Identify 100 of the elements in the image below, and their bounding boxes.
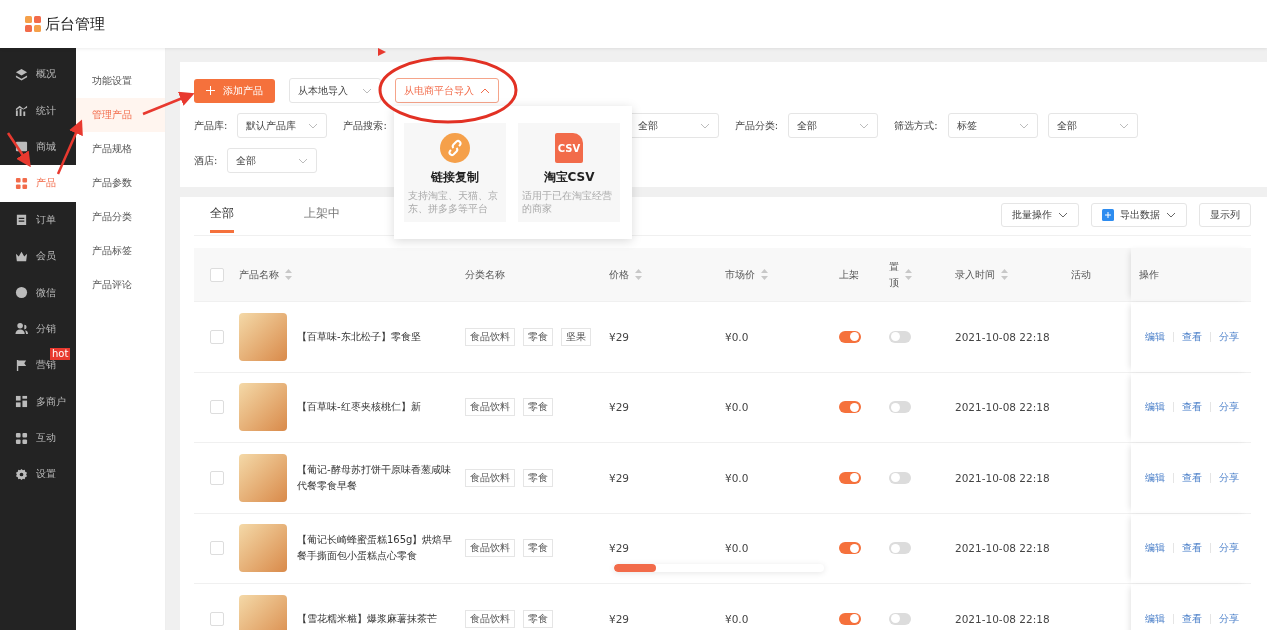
tab[interactable]: 上架中 bbox=[304, 205, 340, 233]
action-link[interactable]: 编辑 bbox=[1145, 400, 1165, 415]
gear-icon bbox=[15, 468, 28, 481]
pin-toggle[interactable] bbox=[889, 401, 911, 414]
shelf-toggle[interactable] bbox=[839, 471, 861, 484]
sidebar-item[interactable]: 概况 bbox=[0, 56, 76, 93]
sidebar-item[interactable]: 多商户 bbox=[0, 383, 76, 420]
shelf-toggle[interactable] bbox=[839, 401, 861, 414]
filter-label: 酒店: bbox=[194, 153, 218, 168]
submenu-item[interactable]: 产品分类 bbox=[76, 200, 165, 234]
category-tag: 食品饮料 bbox=[465, 539, 515, 558]
shelf-toggle[interactable] bbox=[839, 542, 861, 555]
batch-dropdown[interactable]: 批量操作 bbox=[1001, 203, 1079, 227]
import-option[interactable]: 链接复制 支持淘宝、天猫、京东、拼多多等平台 bbox=[404, 123, 506, 222]
sidebar-item[interactable]: 商城 bbox=[0, 128, 76, 166]
sidebar-item[interactable]: 会员 bbox=[0, 237, 76, 275]
action-link[interactable]: 分享 bbox=[1219, 611, 1239, 626]
sidebar-item[interactable]: 订单 bbox=[0, 201, 76, 238]
action-link[interactable]: 查看 bbox=[1182, 470, 1202, 485]
action-link[interactable]: 查看 bbox=[1182, 400, 1202, 415]
import-option[interactable]: CSV 淘宝CSV 适用于已在淘宝经营的商家 bbox=[518, 123, 620, 222]
action-link[interactable]: 查看 bbox=[1182, 541, 1202, 556]
row-checkbox[interactable] bbox=[210, 329, 224, 344]
action-link[interactable]: 分享 bbox=[1219, 470, 1239, 485]
sidebar-item[interactable]: hot 营销 bbox=[0, 347, 76, 384]
filter-select[interactable]: 默认产品库 bbox=[237, 113, 328, 138]
filter-select[interactable]: 全部 bbox=[227, 148, 318, 173]
action-link[interactable]: 编辑 bbox=[1145, 329, 1165, 344]
action-link[interactable]: 编辑 bbox=[1145, 541, 1165, 556]
select-all-checkbox[interactable] bbox=[210, 267, 224, 282]
logo-icon bbox=[25, 16, 41, 32]
action-link[interactable]: 分享 bbox=[1219, 400, 1239, 415]
columns-button[interactable]: 显示列 bbox=[1199, 203, 1251, 227]
sort-icon[interactable] bbox=[285, 269, 292, 280]
sort-icon[interactable] bbox=[1001, 269, 1008, 280]
column-header[interactable]: 置顶 bbox=[889, 258, 912, 291]
submenu-item[interactable]: 产品标签 bbox=[76, 234, 165, 268]
sort-icon[interactable] bbox=[635, 269, 642, 280]
action-link[interactable]: 编辑 bbox=[1145, 611, 1165, 626]
sidebar-item[interactable]: 分销 bbox=[0, 310, 76, 348]
pin-toggle[interactable] bbox=[889, 542, 911, 555]
row-checkbox[interactable] bbox=[210, 611, 224, 626]
import-dropdown[interactable]: 从本地导入 bbox=[289, 78, 381, 103]
shelf-toggle[interactable] bbox=[839, 330, 861, 343]
product-name: 【百草味-红枣夹核桃仁】新 bbox=[297, 400, 422, 415]
category-tag: 食品饮料 bbox=[465, 468, 515, 487]
action-link[interactable]: 查看 bbox=[1182, 329, 1202, 344]
column-header[interactable]: 价格 bbox=[609, 267, 642, 282]
category-tag: 食品饮料 bbox=[465, 609, 515, 628]
tab[interactable]: 全部 bbox=[210, 205, 234, 233]
sidebar-item[interactable]: 互动 bbox=[0, 419, 76, 457]
action-link[interactable]: 查看 bbox=[1182, 611, 1202, 626]
filter-select[interactable]: 全部 bbox=[1047, 113, 1138, 138]
market-price-text: ¥0.0 bbox=[725, 330, 749, 343]
link-icon bbox=[440, 133, 470, 163]
export-icon bbox=[1102, 209, 1114, 221]
row-checkbox[interactable] bbox=[210, 541, 224, 556]
export-button[interactable]: 导出数据 bbox=[1091, 203, 1187, 227]
filter-label: 产品搜索: bbox=[343, 118, 387, 133]
sidebar-item[interactable]: 微信 bbox=[0, 274, 76, 311]
column-header: 活动 bbox=[1071, 267, 1091, 282]
column-header[interactable]: 产品名称 bbox=[239, 267, 292, 282]
filter-label: 筛选方式: bbox=[894, 118, 938, 133]
caret-icon bbox=[480, 87, 490, 94]
pin-toggle[interactable] bbox=[889, 330, 911, 343]
filter-label: 产品库: bbox=[194, 118, 228, 133]
sort-icon[interactable] bbox=[905, 269, 912, 280]
sidebar-item[interactable]: 设置 bbox=[0, 456, 76, 493]
chart-icon bbox=[15, 104, 28, 118]
pin-toggle[interactable] bbox=[889, 612, 911, 625]
product-photo-placeholder bbox=[239, 524, 287, 573]
column-header[interactable]: 市场价 bbox=[725, 267, 768, 282]
market-price-text: ¥0.0 bbox=[725, 542, 749, 555]
column-header: 分类名称 bbox=[465, 267, 505, 282]
submenu-item[interactable]: 产品评论 bbox=[76, 268, 165, 302]
pin-toggle[interactable] bbox=[889, 471, 911, 484]
action-link[interactable]: 编辑 bbox=[1145, 470, 1165, 485]
filter-select[interactable]: 标签 bbox=[947, 113, 1038, 138]
user-icon bbox=[15, 322, 28, 336]
price-text: ¥29 bbox=[609, 330, 630, 343]
category-tag: 零食 bbox=[523, 539, 553, 558]
flag-icon bbox=[15, 358, 28, 372]
submenu-item[interactable]: 产品规格 bbox=[76, 132, 165, 166]
row-checkbox[interactable] bbox=[210, 470, 224, 485]
filter-select[interactable]: 全部 bbox=[788, 113, 879, 138]
shelf-toggle[interactable] bbox=[839, 612, 861, 625]
created-time: 2021-10-08 22:18 bbox=[955, 401, 1050, 414]
layers-icon bbox=[15, 67, 28, 81]
shop-icon bbox=[15, 395, 28, 409]
action-link[interactable]: 分享 bbox=[1219, 541, 1239, 556]
row-checkbox[interactable] bbox=[210, 400, 224, 415]
sort-icon[interactable] bbox=[761, 269, 768, 280]
created-time: 2021-10-08 22:18 bbox=[955, 330, 1050, 343]
sidebar-item[interactable]: 统计 bbox=[0, 92, 76, 129]
submenu-item[interactable]: 产品参数 bbox=[76, 166, 165, 200]
action-link[interactable]: 分享 bbox=[1219, 329, 1239, 344]
submenu-item[interactable]: 功能设置 bbox=[76, 64, 165, 98]
column-header[interactable]: 录入时间 bbox=[955, 267, 1008, 282]
caret-icon bbox=[308, 122, 319, 129]
category-tag: 食品饮料 bbox=[465, 398, 515, 417]
